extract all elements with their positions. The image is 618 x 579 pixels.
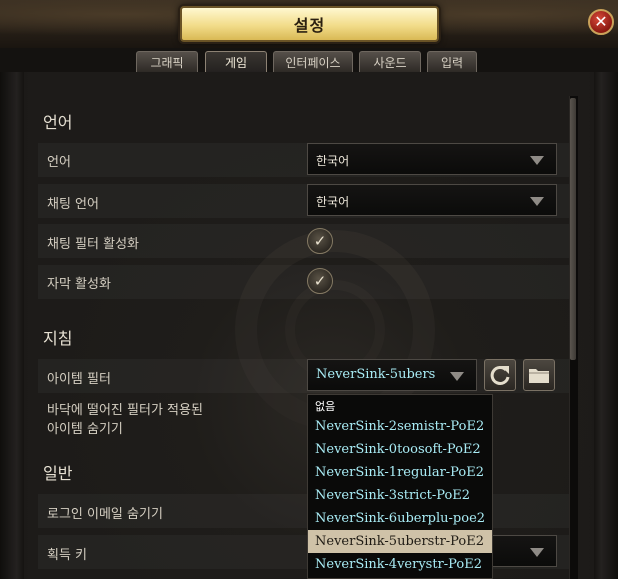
- language-select[interactable]: 한국어: [307, 143, 557, 175]
- chat-filter-checkbox[interactable]: ✓: [307, 228, 333, 254]
- item-filter-dropdown: 없음 NeverSink-2semistr-PoE2 NeverSink-0to…: [307, 394, 493, 579]
- subtitles-checkbox[interactable]: ✓: [307, 268, 333, 294]
- item-filter-select-value: NeverSink-5ubers: [316, 367, 436, 382]
- hide-filtered-label-line1: 바닥에 떨어진 필터가 적용된: [47, 403, 203, 418]
- dropdown-option-highlighted[interactable]: NeverSink-5uberstr-PoE2: [308, 530, 492, 553]
- scrollbar-thumb[interactable]: [570, 98, 576, 360]
- frame-left: [0, 72, 24, 579]
- tab-graphics[interactable]: 그래픽: [136, 51, 198, 72]
- tab-interface[interactable]: 인터페이스: [273, 51, 353, 72]
- window-header: 설정 ✕: [0, 0, 618, 48]
- chevron-down-icon: [530, 548, 544, 557]
- language-label: 언어: [47, 155, 71, 170]
- item-filter-label: 아이템 필터: [47, 372, 111, 387]
- loot-key-select[interactable]: [490, 535, 557, 567]
- chat-language-label: 채팅 언어: [47, 197, 99, 212]
- frame-right: [594, 72, 618, 579]
- open-folder-button[interactable]: [523, 359, 555, 391]
- chevron-down-icon: [530, 156, 544, 165]
- dropdown-option[interactable]: NeverSink-1regular-PoE2: [308, 461, 492, 484]
- dropdown-option[interactable]: NeverSink-4verystr-PoE2: [308, 553, 492, 576]
- section-title-language: 언어: [43, 113, 73, 132]
- dropdown-option[interactable]: NeverSink-2semistr-PoE2: [308, 415, 492, 438]
- folder-icon: [529, 369, 549, 383]
- close-icon[interactable]: ✕: [588, 9, 614, 35]
- hide-email-label: 로그인 이메일 숨기기: [47, 507, 163, 522]
- section-title-guide: 지침: [43, 329, 73, 348]
- loot-key-label: 획득 키: [47, 548, 88, 563]
- chevron-down-icon: [450, 372, 464, 381]
- chat-language-select[interactable]: 한국어: [307, 184, 557, 216]
- row-subtitles: [38, 265, 569, 299]
- tab-sound[interactable]: 사운드: [359, 51, 421, 72]
- window-title: 설정: [293, 16, 326, 35]
- dropdown-option[interactable]: NeverSink-3strict-PoE2: [308, 484, 492, 507]
- dropdown-option[interactable]: NeverSink-0toosoft-PoE2: [308, 438, 492, 461]
- dropdown-option[interactable]: NeverSink-6uberplu-poe2: [308, 507, 492, 530]
- hide-filtered-label-line2: 아이템 숨기기: [47, 422, 123, 437]
- reload-filter-button[interactable]: [484, 359, 516, 391]
- subtitles-label: 자막 활성화: [47, 277, 111, 292]
- item-filter-select[interactable]: NeverSink-5ubers: [307, 359, 477, 391]
- chat-filter-label: 채팅 필터 활성화: [47, 237, 139, 252]
- tab-input[interactable]: 입력: [427, 51, 477, 72]
- chevron-down-icon: [530, 197, 544, 206]
- refresh-icon: [490, 365, 510, 385]
- language-select-value: 한국어: [316, 154, 350, 168]
- chat-language-select-value: 한국어: [316, 195, 350, 209]
- tab-bar: 그래픽 게임 인터페이스 사운드 입력: [0, 48, 618, 72]
- tab-game[interactable]: 게임: [205, 51, 267, 72]
- title-plate: 설정: [180, 6, 439, 42]
- section-title-general: 일반: [43, 464, 73, 483]
